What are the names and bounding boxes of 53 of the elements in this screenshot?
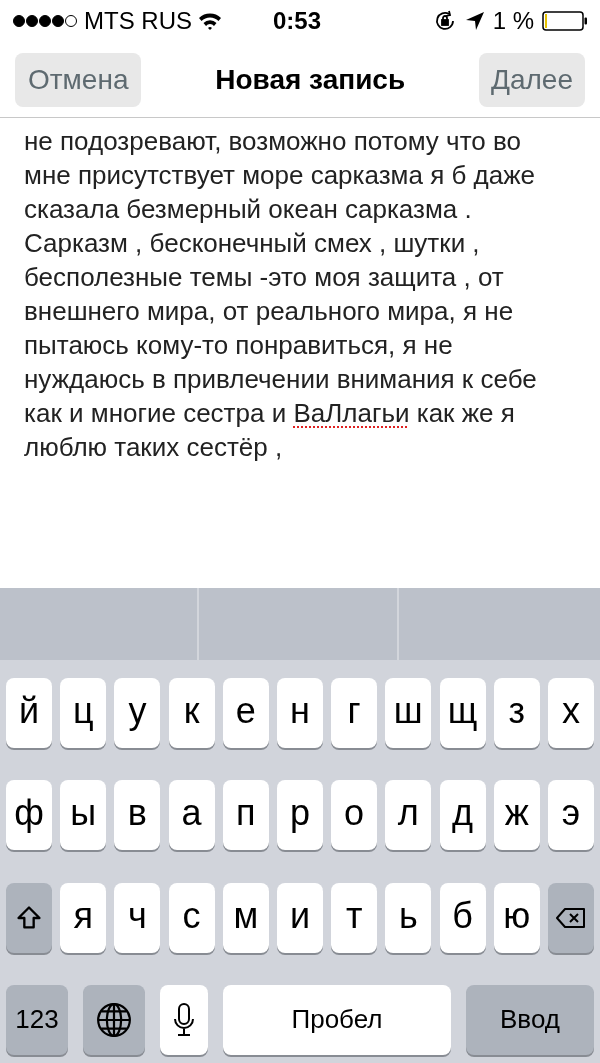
key[interactable]: м	[222, 882, 269, 953]
shift-icon	[15, 903, 43, 932]
microphone-icon	[173, 1002, 195, 1038]
key[interactable]: г	[331, 678, 378, 748]
key[interactable]: ц	[60, 678, 107, 748]
location-arrow-icon	[464, 11, 485, 31]
key[interactable]: о	[331, 780, 378, 851]
backspace-key[interactable]	[547, 882, 594, 953]
note-text[interactable]: не подозревают, возможно потому что во мне присутствует море сарказма я б даже сказала безмерный океан сарказма . Сарказм , бесконечный смех , шутки , бесполезные темы -это моя защита , от внешнего мира, от реального мира, я не пытаюсь кому-то понравиться, я не нуждаюсь в привлечении внимания к себе как и многие сестра и ВаЛлагьи как же я люблю таких сестёр ,	[24, 124, 546, 464]
backspace-icon	[554, 905, 587, 930]
key[interactable]: з	[493, 678, 540, 748]
key[interactable]: д	[439, 780, 486, 851]
key[interactable]: ш	[385, 678, 432, 748]
carrier-name: MTS RUS	[84, 6, 192, 36]
key[interactable]: ж	[493, 780, 540, 851]
key[interactable]: к	[168, 678, 215, 748]
key[interactable]: ч	[114, 882, 161, 953]
key[interactable]: р	[276, 780, 323, 851]
key[interactable]: и	[276, 882, 323, 953]
space-key[interactable]: Пробел	[223, 985, 451, 1055]
cancel-button[interactable]: Отмена	[15, 52, 142, 107]
next-button[interactable]: Далее	[478, 52, 585, 107]
key[interactable]: л	[385, 780, 432, 851]
key[interactable]: у	[114, 678, 161, 748]
return-key[interactable]: Ввод	[466, 985, 594, 1055]
key[interactable]: т	[331, 882, 378, 953]
signal-icon	[12, 14, 78, 28]
globe-key[interactable]	[83, 985, 145, 1055]
key[interactable]: е	[222, 678, 269, 748]
key[interactable]: б	[439, 882, 486, 953]
globe-icon	[95, 1001, 133, 1039]
battery-icon	[542, 11, 588, 31]
numbers-key[interactable]: 123	[6, 985, 68, 1055]
screen-title: Новая запись	[215, 62, 406, 97]
key[interactable]: в	[114, 780, 161, 851]
key[interactable]: ф	[6, 780, 52, 851]
key[interactable]: ы	[60, 780, 107, 851]
wifi-icon	[198, 12, 222, 30]
microphone-key[interactable]	[160, 985, 208, 1055]
key[interactable]: й	[6, 678, 52, 748]
key[interactable]: щ	[439, 678, 486, 748]
key[interactable]: я	[60, 882, 107, 953]
key[interactable]: ю	[493, 882, 540, 953]
key[interactable]: п	[222, 780, 269, 851]
shift-key[interactable]	[6, 882, 52, 953]
key[interactable]: х	[547, 678, 594, 748]
clock-time: 0:53	[271, 6, 322, 36]
key[interactable]: с	[168, 882, 215, 953]
battery-percentage: 1 %	[492, 6, 534, 36]
key[interactable]: ь	[385, 882, 432, 953]
key[interactable]: а	[168, 780, 215, 851]
key[interactable]: э	[547, 780, 594, 851]
key[interactable]: н	[276, 678, 323, 748]
